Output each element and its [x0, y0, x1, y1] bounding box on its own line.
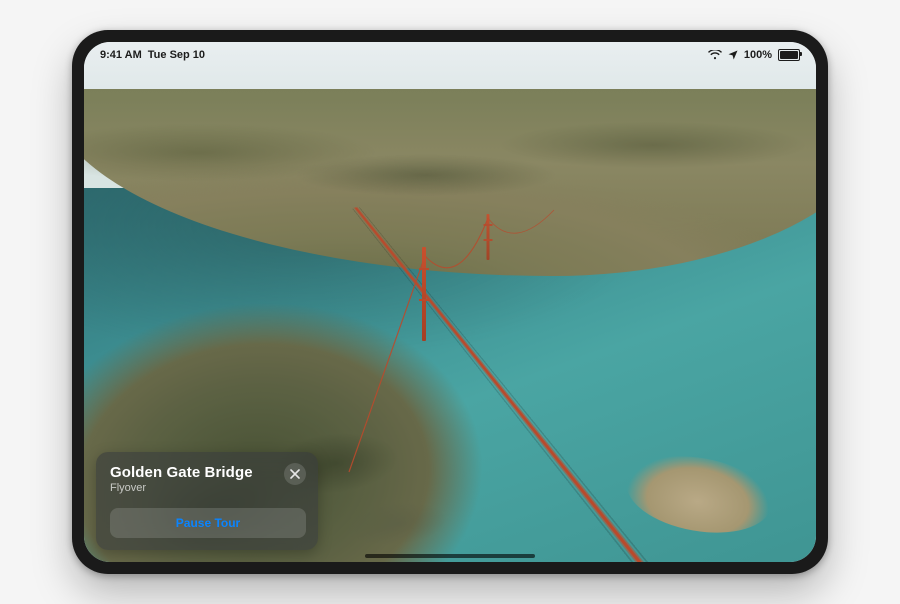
- pause-tour-button[interactable]: Pause Tour: [110, 508, 306, 538]
- screen: 9:41 AM Tue Sep 10 100%: [84, 42, 816, 562]
- close-icon: [290, 469, 300, 479]
- headlands-terrain: [84, 89, 816, 276]
- home-indicator[interactable]: [365, 554, 535, 558]
- ipad-frame: 9:41 AM Tue Sep 10 100%: [72, 30, 828, 574]
- location-icon: [728, 50, 738, 60]
- pause-tour-label: Pause Tour: [176, 516, 240, 530]
- place-subtitle: Flyover: [110, 482, 253, 494]
- battery-icon: [778, 49, 800, 61]
- status-time: 9:41 AM: [100, 49, 142, 61]
- status-date: Tue Sep 10: [148, 49, 205, 61]
- close-button[interactable]: [284, 463, 306, 485]
- status-bar: 9:41 AM Tue Sep 10 100%: [84, 42, 816, 66]
- place-title: Golden Gate Bridge: [110, 464, 253, 481]
- battery-percent: 100%: [744, 49, 772, 61]
- place-card: Golden Gate Bridge Flyover Pause Tour: [96, 452, 318, 550]
- wifi-icon: [708, 50, 722, 60]
